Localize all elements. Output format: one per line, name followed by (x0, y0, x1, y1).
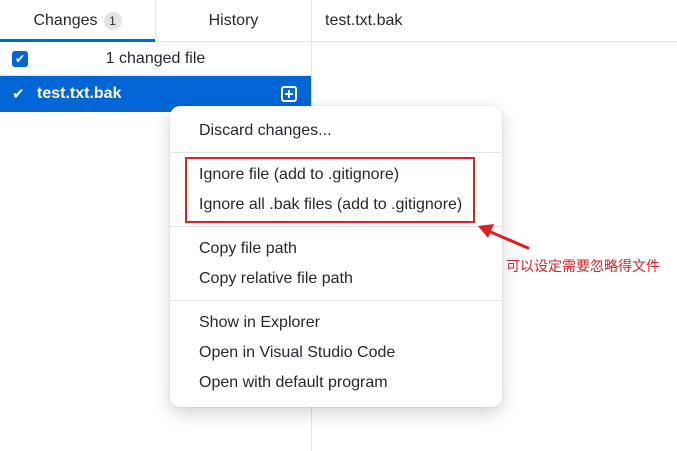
annotation-text: 可以设定需要忽略得文件 (506, 258, 660, 274)
menu-item-copy-file-path[interactable]: Copy file path (170, 234, 502, 264)
menu-item-ignore-file[interactable]: Ignore file (add to .gitignore) (170, 160, 502, 190)
diff-header: test.txt.bak (312, 0, 677, 42)
menu-item-copy-relative-path[interactable]: Copy relative file path (170, 264, 502, 294)
context-menu: Discard changes... Ignore file (add to .… (170, 106, 502, 407)
tab-history[interactable]: History (156, 0, 311, 41)
menu-separator (170, 152, 502, 153)
menu-item-open-in-vscode[interactable]: Open in Visual Studio Code (170, 338, 502, 368)
tab-history-label: History (208, 11, 259, 29)
changed-files-header: ✔ 1 changed file (0, 42, 311, 76)
menu-separator (170, 226, 502, 227)
diff-file-title: test.txt.bak (325, 11, 403, 29)
changes-count-badge: 1 (103, 11, 122, 30)
file-name: test.txt.bak (37, 85, 122, 102)
changed-files-count: 1 changed file (105, 49, 206, 67)
tab-bar: Changes 1 History (0, 0, 311, 42)
menu-separator (170, 300, 502, 301)
annotation-arrow-icon (478, 224, 530, 250)
select-all-checkbox[interactable]: ✔ (12, 50, 28, 67)
menu-item-ignore-all-bak[interactable]: Ignore all .bak files (add to .gitignore… (170, 190, 502, 220)
menu-item-show-in-explorer[interactable]: Show in Explorer (170, 308, 502, 338)
file-added-icon (281, 86, 297, 102)
menu-item-discard-changes[interactable]: Discard changes... (170, 116, 502, 146)
file-checkbox[interactable]: ✔ (12, 85, 25, 103)
tab-changes[interactable]: Changes 1 (0, 0, 156, 42)
tab-changes-label: Changes (33, 11, 98, 29)
menu-item-open-default-program[interactable]: Open with default program (170, 368, 502, 398)
